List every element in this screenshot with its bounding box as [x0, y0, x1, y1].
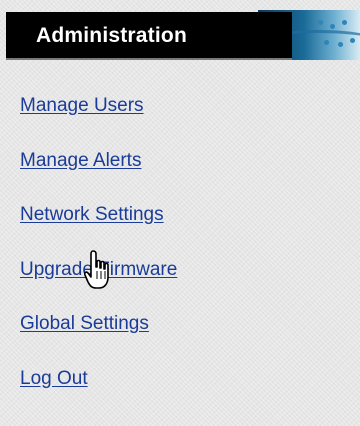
menu-item-manage-alerts: Manage Alerts	[20, 150, 177, 205]
global-settings-link[interactable]: Global Settings	[20, 313, 149, 335]
hand-pointer-icon	[84, 250, 109, 289]
network-settings-link[interactable]: Network Settings	[20, 204, 164, 226]
menu-item-global-settings: Global Settings	[20, 313, 177, 368]
menu-item-log-out: Log Out	[20, 368, 177, 423]
admin-header: Administration	[0, 10, 360, 60]
manage-alerts-link[interactable]: Manage Alerts	[20, 150, 141, 172]
header-title: Administration	[36, 24, 187, 47]
log-out-link[interactable]: Log Out	[20, 368, 88, 390]
manage-users-link[interactable]: Manage Users	[20, 95, 144, 117]
menu-item-manage-users: Manage Users	[20, 95, 177, 150]
header-bar: Administration	[6, 12, 292, 58]
